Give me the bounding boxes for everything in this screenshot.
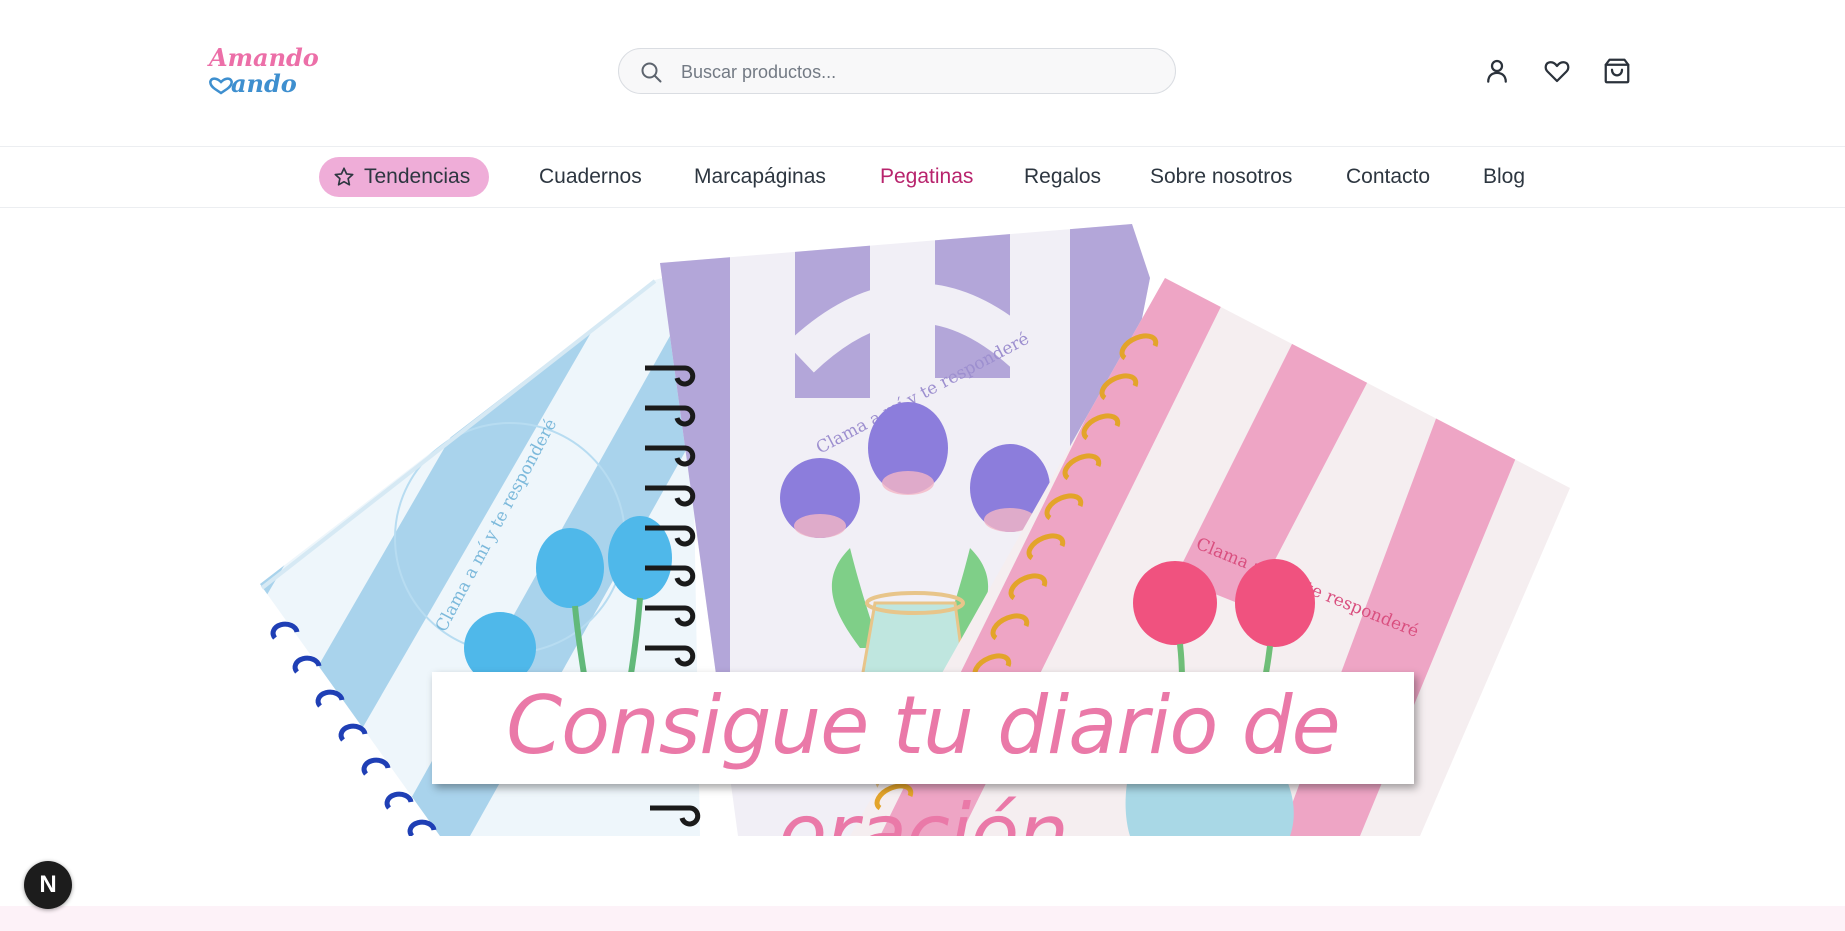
search-bar[interactable] [618,48,1176,95]
shopping-bag-icon [1604,58,1630,84]
search-icon [641,62,662,83]
heart-icon [1544,61,1570,83]
banner-caption-box: Consigue tu diario de oración [432,672,1414,836]
nav-item-label: Tendencias [364,165,471,188]
main-nav: Tendencias Cuadernos Marcapáginas Pegati… [0,147,1845,208]
logo-text-top: Amando [207,43,319,72]
logo-text-bottom: ando [231,69,297,96]
user-icon [1487,59,1507,83]
account-button[interactable] [1482,56,1512,86]
nav-item-blog[interactable]: Blog [1483,157,1525,197]
nav-item-pegatinas[interactable]: Pegatinas [880,157,973,197]
nav-item-sobre-nosotros[interactable]: Sobre nosotros [1150,157,1292,197]
wishlist-button[interactable] [1542,56,1572,86]
cart-button[interactable] [1602,56,1632,86]
nav-item-contacto[interactable]: Contacto [1346,157,1430,197]
logo-heart-icon [209,77,233,95]
nav-item-marcapaginas[interactable]: Marcapáginas [694,157,826,197]
site-logo[interactable]: Amando ando [207,42,321,96]
nav-item-cuadernos[interactable]: Cuadernos [539,157,642,197]
next-section-strip [0,906,1845,931]
banner-caption: Consigue tu diario de oración [506,679,1341,836]
nav-item-regalos[interactable]: Regalos [1024,157,1101,197]
dev-tools-badge[interactable]: N [24,861,72,909]
star-icon [334,167,354,186]
nav-item-tendencias[interactable]: Tendencias [319,157,489,197]
search-input[interactable] [679,49,1163,95]
site-header: Amando ando [0,0,1845,147]
hero-banner[interactable]: Clama a mí y te responderé Clama a mí y … [0,208,1845,836]
